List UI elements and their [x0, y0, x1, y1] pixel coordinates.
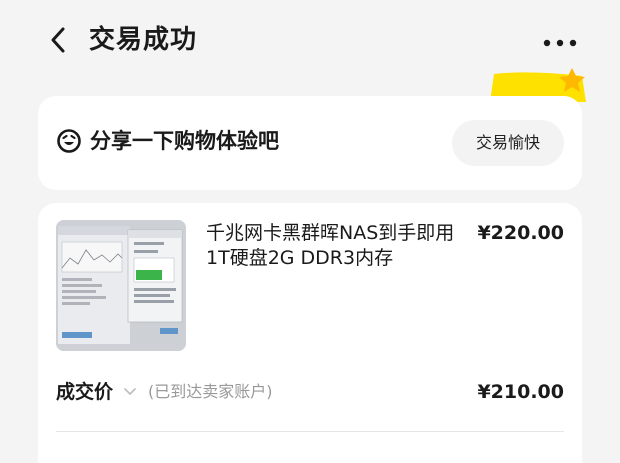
divider	[56, 431, 564, 432]
more-dots-icon	[543, 39, 577, 47]
page-title: 交易成功	[89, 25, 198, 55]
deal-price-row: 成交价 (已到达卖家账户) ¥210.00	[56, 377, 564, 407]
back-button[interactable]	[40, 22, 76, 58]
deal-price-note: (已到达卖家账户)	[148, 382, 273, 401]
item-title[interactable]: 千兆网卡黑群晖NAS到手即用1T硬盘2G DDR3内存	[206, 221, 462, 271]
share-button[interactable]: 交易愉快	[452, 120, 564, 166]
smile-icon	[57, 129, 81, 153]
chevron-left-icon	[51, 27, 65, 53]
share-prompt: 分享一下购物体验吧	[56, 126, 279, 156]
deal-price-value: ¥210.00	[477, 381, 564, 403]
item-thumbnail[interactable]	[56, 220, 186, 351]
item-thumbnail-image	[56, 220, 186, 351]
share-card: 分享一下购物体验吧 交易愉快	[38, 96, 582, 190]
deal-price-label[interactable]: 成交价	[56, 377, 113, 407]
more-button[interactable]	[540, 28, 580, 58]
item-price: ¥220.00	[477, 222, 564, 244]
chevron-down-icon[interactable]	[123, 385, 137, 399]
share-text: 分享一下购物体验吧	[90, 129, 279, 153]
order-card: 千兆网卡黑群晖NAS到手即用1T硬盘2G DDR3内存 ¥220.00 成交价 …	[38, 203, 582, 463]
